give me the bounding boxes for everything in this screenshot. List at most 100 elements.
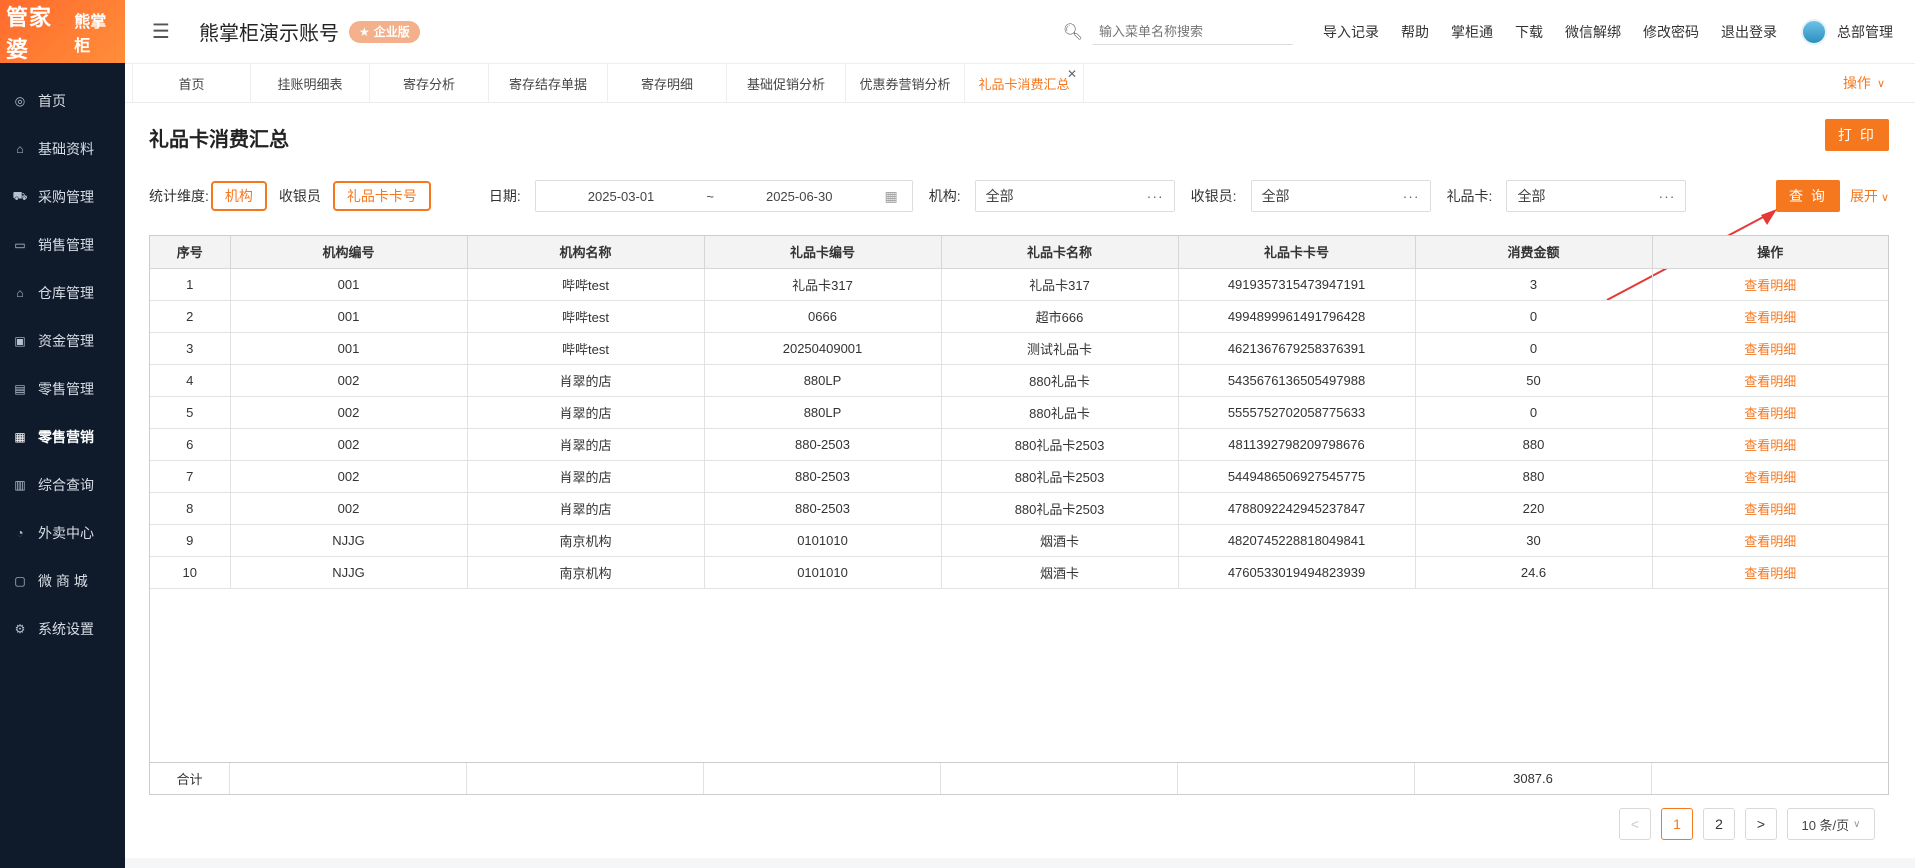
view-detail-link[interactable]: 查看明细: [1652, 332, 1888, 365]
expand-button[interactable]: 展开 ∨: [1850, 186, 1889, 206]
chevron-down-icon: ∨: [1880, 192, 1889, 204]
table-cell: 4994899961491796428: [1178, 300, 1416, 333]
header-link[interactable]: 掌柜通: [1451, 22, 1493, 42]
header-link[interactable]: 导入记录: [1323, 22, 1379, 42]
gear-icon: ⚙: [14, 622, 26, 636]
sidebar-item-label: 资金管理: [38, 333, 94, 349]
tab[interactable]: 寄存结存单据: [489, 64, 608, 102]
table-cell: 3: [150, 332, 231, 365]
calendar-icon[interactable]: ▦: [885, 188, 898, 205]
sidebar-item[interactable]: ⌂ 仓库管理: [0, 269, 125, 317]
sidebar-item[interactable]: ◔ 外卖中心: [0, 509, 125, 557]
edition-badge-label: 企业版: [373, 25, 410, 39]
date-range-picker[interactable]: 2025-03-01 ~ 2025-06-30 ▦: [534, 180, 913, 212]
main-content: 礼品卡消费汇总 打 印 统计维度: 机构 收银员 礼品卡卡号 日期: 2025-03…: [125, 103, 1915, 858]
sidebar-item[interactable]: ⚙ 系统设置: [0, 605, 125, 653]
view-detail-link[interactable]: 查看明细: [1652, 268, 1888, 301]
sidebar-item[interactable]: ▥ 综合查询: [0, 461, 125, 509]
sidebar-item[interactable]: ▤ 零售管理: [0, 365, 125, 413]
table-cell: NJJG: [230, 556, 468, 589]
sidebar-item[interactable]: ▢ 微 商 城: [0, 557, 125, 605]
header-link[interactable]: 修改密码: [1643, 22, 1699, 42]
table-body: 1 001 哔哔test 礼品卡317 礼品卡317 491935731547394719…: [150, 268, 1888, 589]
table-cell: 001: [230, 300, 468, 333]
chevron-down-icon: ∨: [1853, 818, 1861, 830]
table-cell: 肖翠的店: [467, 364, 705, 397]
page-number-button[interactable]: 1: [1661, 808, 1693, 840]
page-size-select[interactable]: 10 条/页 ∨: [1787, 808, 1875, 840]
view-detail-link[interactable]: 查看明细: [1652, 428, 1888, 461]
tab-label: 礼品卡消费汇总: [978, 76, 1070, 92]
table-cell: 4760533019494823939: [1178, 556, 1416, 589]
sidebar-item[interactable]: ▣ 资金管理: [0, 317, 125, 365]
more-icon[interactable]: ···: [1658, 188, 1675, 204]
next-page-button[interactable]: >: [1745, 808, 1777, 840]
prev-page-button[interactable]: <: [1619, 808, 1651, 840]
sidebar-item[interactable]: ◎ 首页: [0, 77, 125, 125]
card-select[interactable]: 全部 ···: [1506, 180, 1687, 212]
table-cell: 880-2503: [704, 492, 942, 525]
user-menu[interactable]: 总部管理: [1801, 18, 1893, 45]
data-table: 序号 机构编号 机构名称 礼品卡编号 礼品卡名称 礼品卡卡号 消费金额 操作 1 001 哔哔te…: [149, 235, 1889, 795]
view-detail-link[interactable]: 查看明细: [1652, 492, 1888, 525]
table-cell: 880礼品卡2503: [941, 492, 1179, 525]
table-cell: 880-2503: [704, 428, 942, 461]
table-cell: 50: [1415, 364, 1653, 397]
header-link[interactable]: 帮助: [1401, 22, 1429, 42]
header-link[interactable]: 微信解绑: [1565, 22, 1621, 42]
date-end[interactable]: 2025-06-30: [766, 189, 833, 204]
tab[interactable]: 挂账明细表: [251, 64, 370, 102]
user-name[interactable]: 总部管理: [1837, 22, 1893, 42]
table-cell: 880: [1415, 428, 1653, 461]
tab[interactable]: 寄存明细: [608, 64, 727, 102]
sidebar-item[interactable]: ▦ 零售营销: [0, 413, 125, 461]
sidebar-item-label: 微 商 城: [38, 573, 88, 589]
table-cell: 001: [230, 332, 468, 365]
tab[interactable]: 寄存分析: [370, 64, 489, 102]
sidebar-item[interactable]: ⌂ 基础资料: [0, 125, 125, 173]
header-link[interactable]: 退出登录: [1721, 22, 1777, 42]
table-cell: 4811392798209798676: [1178, 428, 1416, 461]
tab[interactable]: 礼品卡消费汇总 ✕: [965, 64, 1084, 102]
date-start[interactable]: 2025-03-01: [588, 189, 655, 204]
table-cell: 哔哔test: [467, 332, 705, 365]
search-icon[interactable]: 🔍︎: [1063, 22, 1083, 42]
view-detail-link[interactable]: 查看明细: [1652, 364, 1888, 397]
dimension-option[interactable]: 收银员: [267, 181, 333, 211]
view-detail-link[interactable]: 查看明细: [1652, 524, 1888, 557]
page-number-button[interactable]: 2: [1703, 808, 1735, 840]
header-link[interactable]: 下载: [1515, 22, 1543, 42]
dimension-option[interactable]: 机构: [210, 181, 267, 211]
tab[interactable]: 首页: [132, 64, 251, 102]
more-icon[interactable]: ···: [1147, 188, 1164, 204]
more-icon[interactable]: ···: [1403, 188, 1420, 204]
sidebar-item[interactable]: ⛟ 采购管理: [0, 173, 125, 221]
sidebar-item[interactable]: ▭ 销售管理: [0, 221, 125, 269]
view-detail-link[interactable]: 查看明细: [1652, 396, 1888, 429]
view-detail-link[interactable]: 查看明细: [1652, 556, 1888, 589]
summary-cell: [941, 763, 1178, 794]
table-cell: 880LP: [704, 396, 942, 429]
query-button[interactable]: 查 询: [1775, 180, 1840, 212]
tab-operate-button[interactable]: 操作 ∨: [1843, 64, 1885, 102]
avatar[interactable]: [1801, 18, 1827, 45]
view-detail-link[interactable]: 查看明细: [1652, 460, 1888, 493]
org-label: 机构:: [928, 188, 961, 204]
table-cell: 24.6: [1415, 556, 1653, 589]
table-cell: 5435676136505497988: [1178, 364, 1416, 397]
dimension-option[interactable]: 礼品卡卡号: [332, 181, 431, 211]
summary-cell: [467, 763, 704, 794]
close-icon[interactable]: ✕: [1067, 67, 1077, 81]
cashier-select[interactable]: 全部 ···: [1250, 180, 1431, 212]
view-detail-link[interactable]: 查看明细: [1652, 300, 1888, 333]
tab-label: 寄存明细: [640, 76, 693, 92]
table-cell: 6: [150, 428, 231, 461]
tab[interactable]: 优惠券营销分析: [846, 64, 965, 102]
table-cell: 5: [150, 396, 231, 429]
menu-toggle-icon[interactable]: ☰: [149, 20, 173, 44]
table-cell: 0: [1415, 396, 1653, 429]
tab[interactable]: 基础促销分析: [727, 64, 846, 102]
org-select[interactable]: 全部 ···: [974, 180, 1175, 212]
menu-search-input[interactable]: [1093, 18, 1293, 45]
print-button[interactable]: 打 印: [1825, 119, 1889, 151]
